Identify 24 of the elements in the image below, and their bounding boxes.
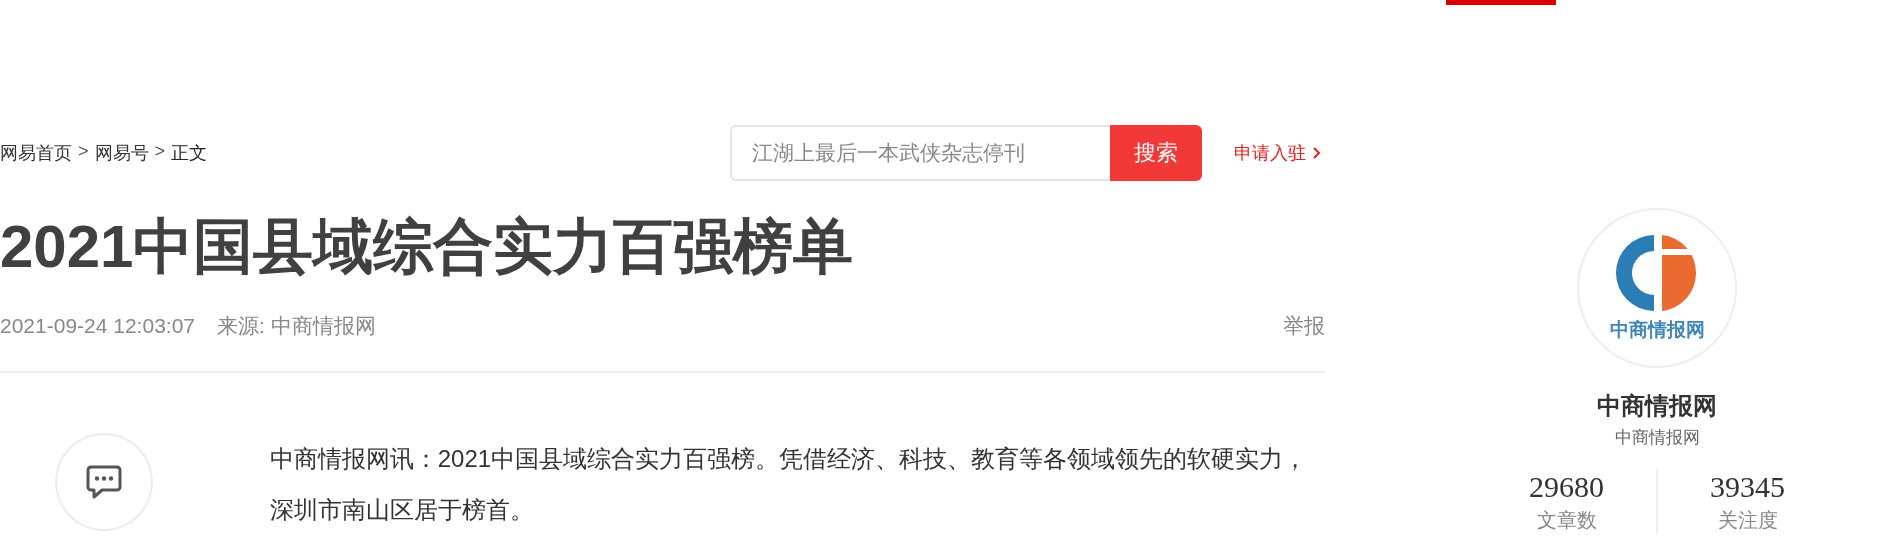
stat-label: 文章数 [1536,508,1597,533]
article-paragraph: 中商情报网讯：2021中国县域综合实力百强榜。凭借经济、科技、教育等各领域领先的软硬实力，深圳市南山区居于榜首。 [269,444,1309,525]
stat-value: 39345 [1710,469,1785,505]
author-subtitle: 中商情报网 [1614,427,1700,449]
article-title: 2021中国县域综合实力百强榜单 [0,212,855,282]
breadcrumb-link[interactable]: 网易号 [94,141,149,165]
chevron-icon [1312,146,1321,160]
breadcrumb-separator: > [154,141,166,163]
breadcrumb-current: 正文 [171,142,208,165]
stat-value: 29680 [1529,469,1604,505]
author-avatar[interactable]: 中商情报网 [1577,208,1737,368]
logo-icon [1616,233,1698,313]
publish-date: 2021-09-24 12:03:07 [0,314,195,338]
apply-link[interactable]: 申请入驻 [1234,141,1321,165]
breadcrumb-separator: > [78,141,89,163]
search-button[interactable]: 搜索 [1110,125,1202,181]
logo-text: 中商情报网 [1609,318,1705,342]
author-name: 中商情报网 [1597,391,1717,421]
search-field[interactable]: 江湖上最后一本武侠杂志停刊 [730,125,1110,181]
breadcrumb-link[interactable]: 网易首页 [0,141,72,165]
report-link[interactable]: 举报 [1283,312,1325,340]
article-source: 来源: 中商情报网 [217,313,376,339]
stat-label: 关注度 [1717,508,1778,533]
speech-bubble-icon [84,464,123,500]
